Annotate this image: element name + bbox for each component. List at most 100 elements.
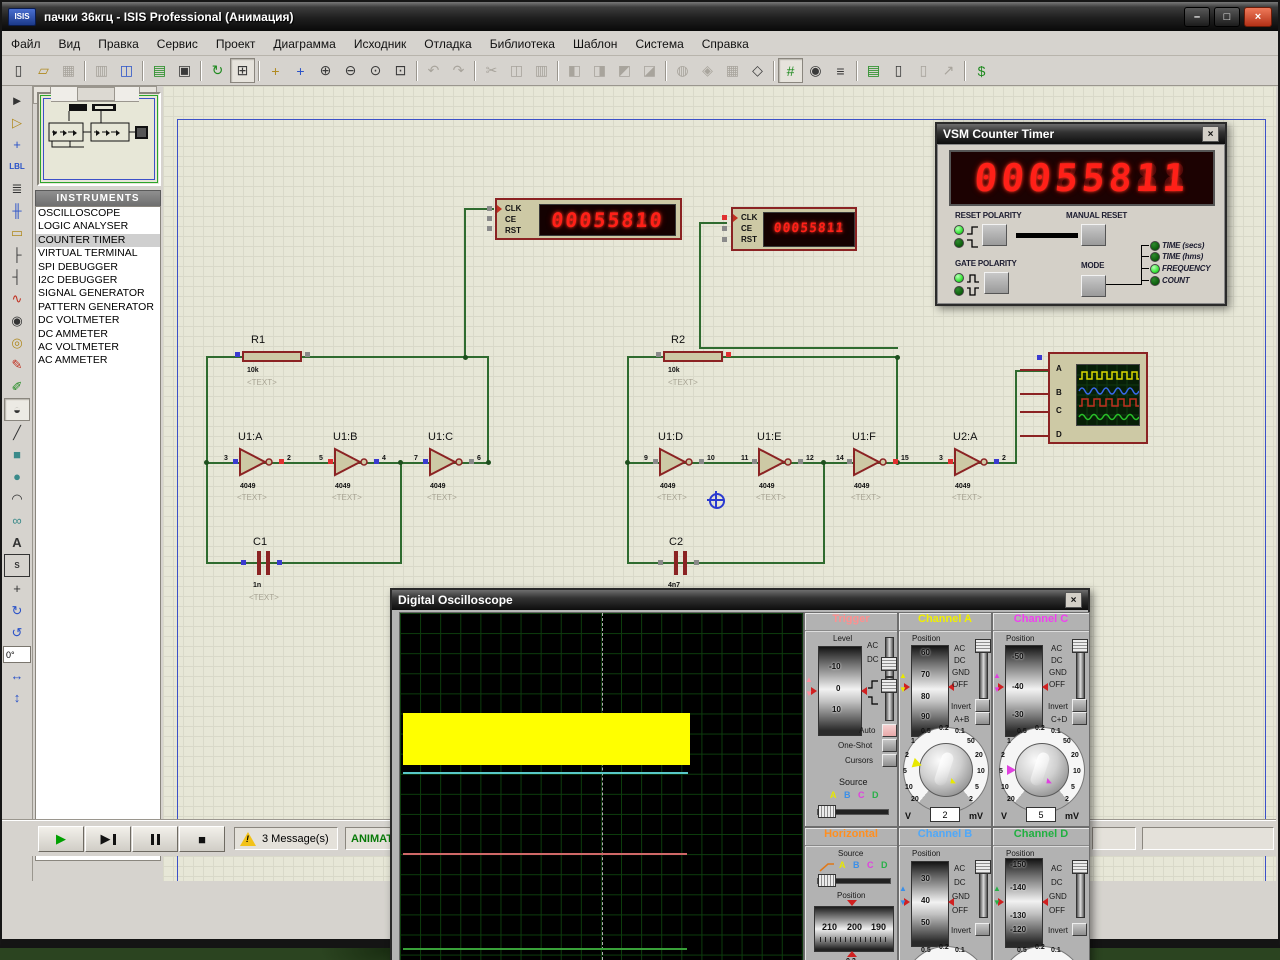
wire[interactable] <box>699 347 898 349</box>
minimize-button[interactable]: – <box>1184 7 1210 27</box>
toggle-grid-icon[interactable]: ⊞ <box>230 58 255 83</box>
block-delete-icon[interactable]: ◪ <box>637 58 662 83</box>
channel-d-position-slider[interactable]: -150 -140 -130 -120 <box>1005 858 1043 948</box>
import-section-icon[interactable]: ▥ <box>89 58 114 83</box>
wire[interactable] <box>699 222 701 349</box>
pick-device-icon[interactable]: ◍ <box>670 58 695 83</box>
packaging-tool-icon[interactable]: ▦ <box>720 58 745 83</box>
zoom-out-icon[interactable]: ⊖ <box>338 58 363 83</box>
maximize-button[interactable]: □ <box>1214 7 1240 27</box>
wire-label-icon[interactable]: LBL <box>5 156 29 177</box>
osc-title-bar[interactable]: Digital Oscilloscope × <box>392 590 1088 610</box>
menu-source[interactable]: Исходник <box>345 35 415 53</box>
counter-display-1[interactable]: CLK CE RST 88888888 00055810 <box>479 196 689 242</box>
decompose-icon[interactable]: ◇ <box>745 58 770 83</box>
arrow-down-icon[interactable]: ▼ <box>993 685 1001 694</box>
cut-icon[interactable]: ✂ <box>479 58 504 83</box>
menu-help[interactable]: Справка <box>693 35 758 53</box>
zoom-area-icon[interactable]: ⊡ <box>388 58 413 83</box>
marker-icon[interactable]: + <box>5 578 29 599</box>
copy-icon[interactable]: ◫ <box>504 58 529 83</box>
2d-text-icon[interactable]: A <box>5 532 29 553</box>
channel-a-gain-knob[interactable]: 0.5 0.2 0.1 1 2 5 10 20 50 20 10 5 2 <box>903 727 987 823</box>
menu-graph[interactable]: Диаграмма <box>264 35 344 53</box>
rotate-cw-icon[interactable]: ↻ <box>5 600 29 621</box>
invert-button[interactable] <box>975 923 990 936</box>
scroll-track[interactable] <box>51 86 139 102</box>
gate-polarity-button[interactable] <box>984 272 1009 294</box>
vsm-close-icon[interactable]: × <box>1202 126 1219 142</box>
arrow-down-icon[interactable]: ▼ <box>805 689 813 698</box>
new-document-icon[interactable]: ▯ <box>6 58 31 83</box>
horizontal-position-readout[interactable]: 210 200 190 <box>814 906 894 952</box>
message-indicator[interactable]: ! 3 Message(s) <box>234 827 338 850</box>
wire[interactable] <box>627 562 825 564</box>
tape-recorder-icon[interactable]: ◉ <box>5 310 29 331</box>
search-tag-icon[interactable]: ◉ <box>803 58 828 83</box>
design-explorer-icon[interactable]: ▤ <box>861 58 886 83</box>
menu-view[interactable]: Вид <box>50 35 90 53</box>
source-c[interactable]: C <box>858 790 865 800</box>
property-assignment-icon[interactable]: ≡ <box>828 58 853 83</box>
channel-c-position-slider[interactable]: -50 -40 -30 <box>1005 645 1043 737</box>
flip-vertical-icon[interactable]: ↕ <box>5 687 29 708</box>
menu-library[interactable]: Библиотека <box>481 35 564 53</box>
source-c[interactable]: C <box>867 860 874 870</box>
block-move-icon[interactable]: ◨ <box>587 58 612 83</box>
oscilloscope-component[interactable]: A B C D <box>1020 350 1152 450</box>
coupling-thumb[interactable] <box>975 639 991 653</box>
device-pin-icon[interactable]: ┤ <box>5 266 29 287</box>
2d-circle-icon[interactable]: ● <box>5 466 29 487</box>
coupling-thumb[interactable] <box>1072 639 1088 653</box>
coupling-thumb[interactable] <box>1072 860 1088 874</box>
wire[interactable] <box>1015 370 1017 464</box>
2d-path-icon[interactable]: ∞ <box>5 510 29 531</box>
flip-horizontal-icon[interactable]: ↔ <box>5 665 29 686</box>
arrow-up-icon[interactable]: ▲ <box>993 884 1001 893</box>
selector-scrollbar[interactable]: ‹ › <box>33 86 157 102</box>
graph-mode-icon[interactable]: ∿ <box>5 288 29 309</box>
reset-polarity-button[interactable] <box>982 224 1007 246</box>
vsm-counter-timer-window[interactable]: VSM Counter Timer × 88888888 00055811 RE… <box>935 122 1227 306</box>
new-sheet-icon[interactable]: ▯ <box>886 58 911 83</box>
manual-reset-button[interactable] <box>1081 224 1106 246</box>
inverter-u1b[interactable]: U1:B 5 4 4049 <TEXT> <box>317 431 393 505</box>
one-shot-button[interactable] <box>882 739 897 752</box>
paste-icon[interactable]: ▥ <box>529 58 554 83</box>
mode-button[interactable] <box>1081 275 1106 297</box>
open-design-icon[interactable]: ▱ <box>31 58 56 83</box>
arrow-down-icon[interactable]: ▼ <box>993 898 1001 907</box>
rotation-angle-field[interactable]: 0° <box>3 646 31 663</box>
list-item-i2c-debugger[interactable]: I2C DEBUGGER <box>36 274 160 287</box>
zoom-in-icon[interactable]: ⊕ <box>313 58 338 83</box>
wire[interactable] <box>206 562 402 564</box>
channel-b-gain-knob[interactable]: 0.5 0.2 0.1 <box>903 946 987 960</box>
source-a[interactable]: A <box>839 860 846 870</box>
mark-output-area-icon[interactable]: ▣ <box>172 58 197 83</box>
inverter-u1c[interactable]: U1:C 7 6 4049 <TEXT> <box>412 431 488 505</box>
current-probe-icon[interactable]: ✐ <box>5 376 29 397</box>
osc-close-icon[interactable]: × <box>1065 592 1082 608</box>
menu-tools[interactable]: Сервис <box>148 35 207 53</box>
osc-screen[interactable] <box>399 612 804 960</box>
arrow-up-icon[interactable]: ▲ <box>899 671 907 680</box>
arrow-down-icon[interactable]: ▼ <box>899 898 907 907</box>
menu-edit[interactable]: Правка <box>89 35 148 53</box>
auto-button[interactable] <box>882 724 897 737</box>
menu-system[interactable]: Система <box>626 35 692 53</box>
scroll-thumb[interactable] <box>77 87 114 101</box>
title-bar[interactable]: ISIS пачки 36кгц - ISIS Professional (Ан… <box>2 2 1278 31</box>
list-item-ac-ammeter[interactable]: AC AMMETER <box>36 354 160 367</box>
counter-display-2[interactable]: CLK CE RST 88888888 00055811 <box>717 206 867 254</box>
knob-cap[interactable] <box>1015 743 1069 797</box>
menu-debug[interactable]: Отладка <box>415 35 480 53</box>
knob-cap[interactable] <box>919 743 973 797</box>
terminal-icon[interactable]: ├ <box>5 244 29 265</box>
coupling-thumb[interactable] <box>881 657 897 671</box>
list-item-dc-ammeter[interactable]: DC AMMETER <box>36 328 160 341</box>
inverter-u1d[interactable]: U1:D 9 10 4049 <TEXT> <box>642 431 718 505</box>
block-copy-icon[interactable]: ◧ <box>562 58 587 83</box>
list-item-spi-debugger[interactable]: SPI DEBUGGER <box>36 261 160 274</box>
play-button[interactable]: ▶ <box>38 826 84 852</box>
redo-icon[interactable]: ↷ <box>446 58 471 83</box>
